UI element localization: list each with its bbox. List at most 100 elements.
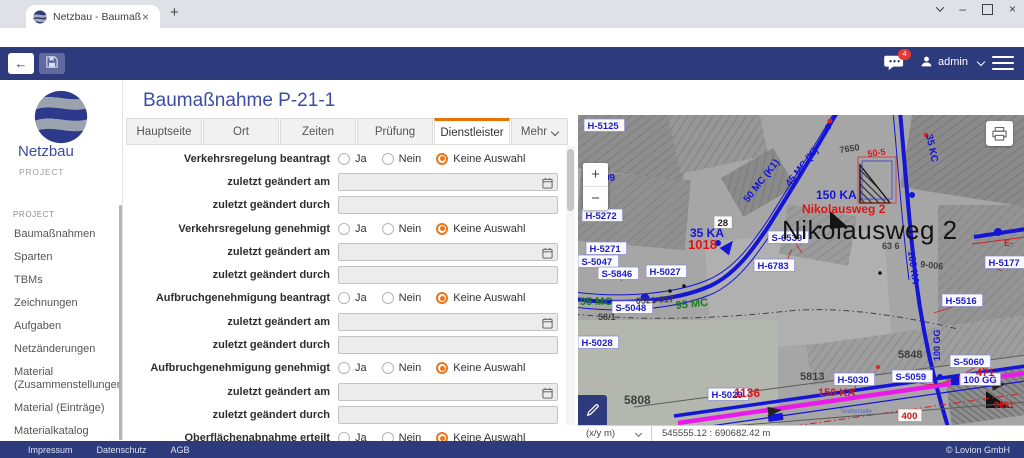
- map-label-h-5027: H-5027: [645, 264, 687, 278]
- svg-text:H-5516: H-5516: [946, 296, 977, 307]
- map-text-100-gg: 100 GG: [932, 329, 942, 361]
- svg-text:400: 400: [902, 411, 918, 422]
- footer-link-impressum[interactable]: Impressum: [28, 445, 73, 455]
- main-menu-button[interactable]: [992, 56, 1014, 73]
- tab-dienstleister[interactable]: Dienstleister: [434, 118, 510, 144]
- field-control: [338, 196, 558, 215]
- browser-tab[interactable]: Netzbau - Baumaßnahme P-21- ×: [26, 5, 160, 28]
- tab-pr-fung[interactable]: Prüfung: [357, 118, 433, 144]
- field-control: Ja Nein Keine Auswahl: [338, 152, 558, 165]
- text-input[interactable]: [338, 196, 558, 215]
- date-input[interactable]: [338, 312, 558, 332]
- save-disk-icon: [46, 55, 58, 73]
- map-draw-button[interactable]: [578, 395, 607, 425]
- map-label-h-5272: H-5272: [581, 208, 623, 222]
- chat-button[interactable]: 4: [884, 49, 911, 74]
- window-minimize-button[interactable]: –: [959, 2, 966, 16]
- sidebar-item-materialkatalog[interactable]: Materialkatalog: [14, 425, 114, 438]
- svg-text:H-5272: H-5272: [586, 211, 617, 222]
- radio-icon: [381, 362, 394, 375]
- radio-keine-auswahl[interactable]: Keine Auswahl: [436, 292, 525, 305]
- map-text-nikolausweg-2: Nikolausweg 2: [782, 215, 958, 245]
- radio-icon: [338, 362, 350, 375]
- user-name: admin: [938, 55, 968, 68]
- map-print-button[interactable]: [986, 121, 1013, 146]
- zoom-out-button[interactable]: −: [583, 187, 608, 210]
- tab-ort[interactable]: Ort: [203, 118, 279, 144]
- radio-nein[interactable]: Nein: [381, 152, 421, 165]
- text-input[interactable]: [338, 266, 558, 285]
- calendar-icon: [542, 317, 553, 332]
- text-input[interactable]: [338, 336, 558, 355]
- map-text-150-ka: 150 KA: [816, 188, 857, 202]
- sidebar-item-tbms[interactable]: TBMs: [14, 274, 114, 287]
- field-label: zuletzt geändert durch: [212, 339, 330, 352]
- sidebar-item-sparten[interactable]: Sparten: [14, 251, 114, 264]
- sidebar-item-bauma-nahmen[interactable]: Baumaßnahmen: [14, 228, 114, 241]
- field-control: Ja Nein Keine Auswahl: [338, 362, 558, 375]
- svg-text:H-5027: H-5027: [650, 267, 681, 278]
- new-tab-button[interactable]: +: [170, 4, 179, 21]
- tab-hauptseite[interactable]: Hauptseite: [126, 118, 202, 144]
- tab-mehr[interactable]: Mehr: [511, 118, 568, 144]
- footer-link-agb[interactable]: AGB: [171, 445, 190, 455]
- radio-keine-auswahl[interactable]: Keine Auswahl: [436, 222, 526, 235]
- radio-nein[interactable]: Nein: [381, 222, 421, 235]
- form-row: zuletzt geändert durch: [126, 333, 558, 356]
- radio-ja[interactable]: Ja: [338, 292, 367, 305]
- text-input[interactable]: [338, 405, 558, 424]
- form-row: zuletzt geändert durch: [126, 403, 558, 426]
- radio-keine-auswahl[interactable]: Keine Auswahl: [436, 362, 525, 375]
- radio-ja[interactable]: Ja: [338, 362, 367, 375]
- sidebar-menu: Baumaßnahmen Sparten TBMs Zeichnungen Aufgab…: [14, 228, 122, 441]
- scrollbar-thumb[interactable]: [567, 149, 574, 211]
- tab-close-icon[interactable]: ×: [142, 10, 149, 24]
- map-label-h-5271: H-5271: [585, 241, 627, 255]
- form-scrollbar[interactable]: [566, 146, 575, 425]
- user-menu[interactable]: admin: [920, 55, 986, 68]
- map-text-5808: 5808: [624, 393, 651, 407]
- radio-keine-auswahl[interactable]: Keine Auswahl: [436, 152, 525, 165]
- radio-label: Ja: [355, 362, 367, 375]
- sidebar-item-zeichnungen[interactable]: Zeichnungen: [14, 297, 114, 310]
- date-input[interactable]: [338, 382, 558, 401]
- radio-ja[interactable]: Ja: [338, 152, 367, 165]
- footer-link-datenschutz[interactable]: Datenschutz: [97, 445, 147, 455]
- radio-label: Ja: [355, 222, 367, 235]
- radio-icon: [381, 222, 394, 235]
- map-text-0651: 0651: [994, 400, 1014, 410]
- tab-label: Hauptseite: [136, 125, 192, 138]
- radio-icon: [436, 152, 449, 165]
- date-input[interactable]: [338, 172, 558, 191]
- field-control: [338, 336, 558, 355]
- radio-nein[interactable]: Nein: [381, 292, 421, 305]
- zoom-in-button[interactable]: +: [583, 163, 608, 187]
- map-text-telefonzelle: Telefonzelle: [840, 409, 872, 415]
- tab-zeiten[interactable]: Zeiten: [280, 118, 356, 144]
- date-input[interactable]: [338, 242, 558, 261]
- radio-nein[interactable]: Nein: [381, 362, 421, 375]
- map-label-s-5047: S-5047: [578, 254, 619, 268]
- coordinate-unit-select[interactable]: (x/y m): [578, 428, 636, 439]
- map-label-h-6783: H-6783: [753, 258, 795, 272]
- sidebar-item-material-zusammenstellungen[interactable]: Material (Zusammenstellungen): [14, 366, 122, 392]
- field-control: [338, 266, 558, 285]
- app-back-button[interactable]: ←: [8, 53, 34, 74]
- window-close-button[interactable]: ×: [1009, 2, 1016, 16]
- window-menu-icon[interactable]: [936, 3, 945, 12]
- window-maximize-button[interactable]: [981, 3, 993, 15]
- sidebar-item-netz-nderungen[interactable]: Netzänderungen: [14, 343, 114, 356]
- sidebar-item-material-eintr-ge[interactable]: Material (Einträge): [14, 402, 114, 415]
- sidebar-scrollbar[interactable]: [119, 205, 122, 440]
- app-save-button[interactable]: [39, 53, 65, 74]
- app-subtitle: PROJECT: [19, 167, 65, 177]
- radio-ja[interactable]: Ja: [338, 222, 367, 235]
- radio-label: Keine Auswahl: [453, 222, 526, 235]
- window-controls: – ×: [932, 2, 1016, 16]
- sidebar-item-aufgaben[interactable]: Aufgaben: [14, 320, 114, 333]
- radio-icon: [436, 222, 449, 235]
- map-text-58-1: 58/1: [598, 312, 616, 322]
- form-row: Verkehrsregelung beantragt Ja Nein Keine Au…: [126, 147, 558, 170]
- map-panel[interactable]: H-5125 H-5272 H-5271 S-5047 S-5846 H-5027 S-50…: [578, 115, 1024, 425]
- field-label: zuletzt geändert durch: [212, 408, 330, 421]
